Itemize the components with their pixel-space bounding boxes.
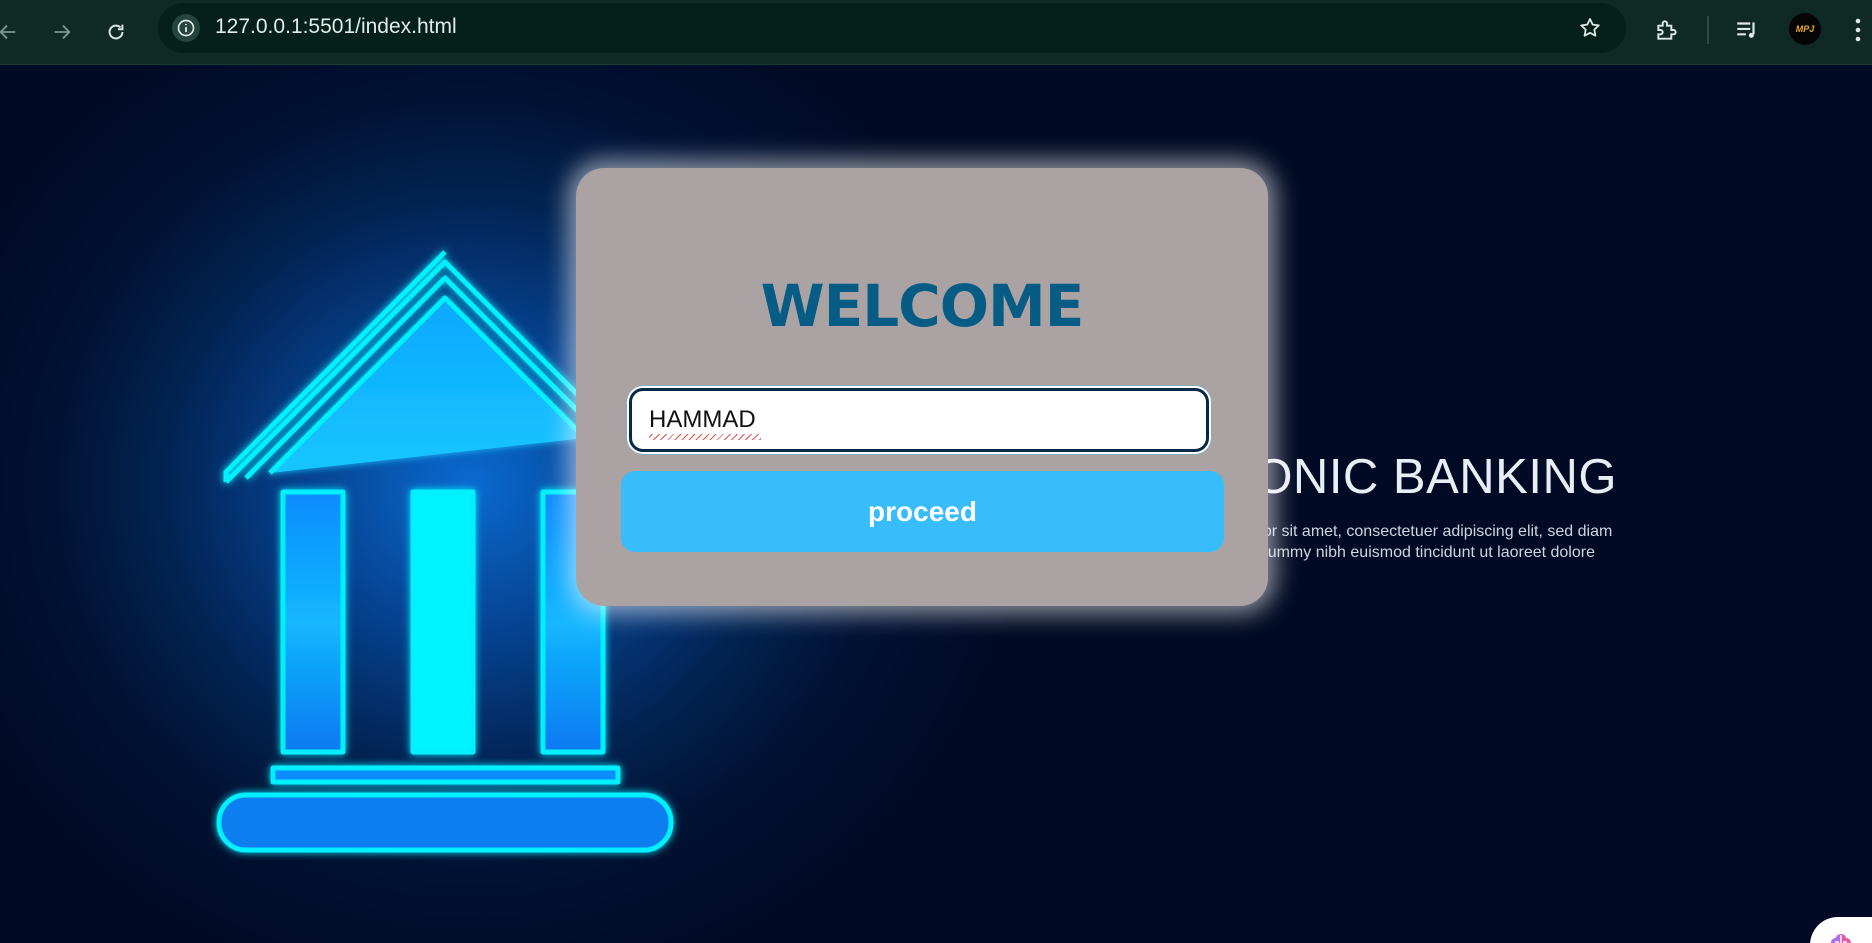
bookmark-star-button[interactable]	[1576, 14, 1604, 42]
media-queue-icon	[1737, 22, 1755, 38]
profile-avatar[interactable]: MPJ	[1789, 13, 1821, 45]
site-info-button[interactable]	[172, 14, 200, 42]
extensions-button[interactable]	[1649, 12, 1685, 48]
back-arrow-icon	[0, 24, 16, 40]
forward-arrow-icon	[54, 24, 71, 40]
star-icon	[1580, 18, 1600, 37]
info-icon	[177, 19, 195, 37]
url-text: 127.0.0.1:5501/index.html	[215, 15, 457, 38]
forward-button[interactable]	[44, 14, 80, 50]
reload-button[interactable]	[98, 14, 134, 50]
proceed-button[interactable]: proceed	[621, 471, 1224, 552]
browser-toolbar: 127.0.0.1:5501/index.html MPJ	[0, 0, 1872, 65]
browser-menu-button[interactable]	[1840, 12, 1872, 48]
reload-icon	[108, 24, 124, 40]
reading-list-button[interactable]	[1729, 12, 1765, 48]
address-bar[interactable]: 127.0.0.1:5501/index.html	[158, 3, 1626, 53]
kebab-menu-icon	[1855, 18, 1861, 42]
name-input[interactable]	[629, 388, 1209, 452]
welcome-title: WELCOME	[760, 272, 1085, 340]
puzzle-icon	[1657, 20, 1677, 40]
toolbar-separator	[1707, 16, 1709, 44]
login-card: WELCOME proceed	[576, 168, 1268, 606]
spellcheck-underline	[649, 434, 761, 440]
assistant-floating-button[interactable]	[1810, 917, 1872, 943]
brain-icon	[1831, 934, 1851, 943]
back-button[interactable]	[0, 14, 26, 50]
page-background: TRONIC BANKING m dolor sit amet, consect…	[0, 65, 1872, 943]
